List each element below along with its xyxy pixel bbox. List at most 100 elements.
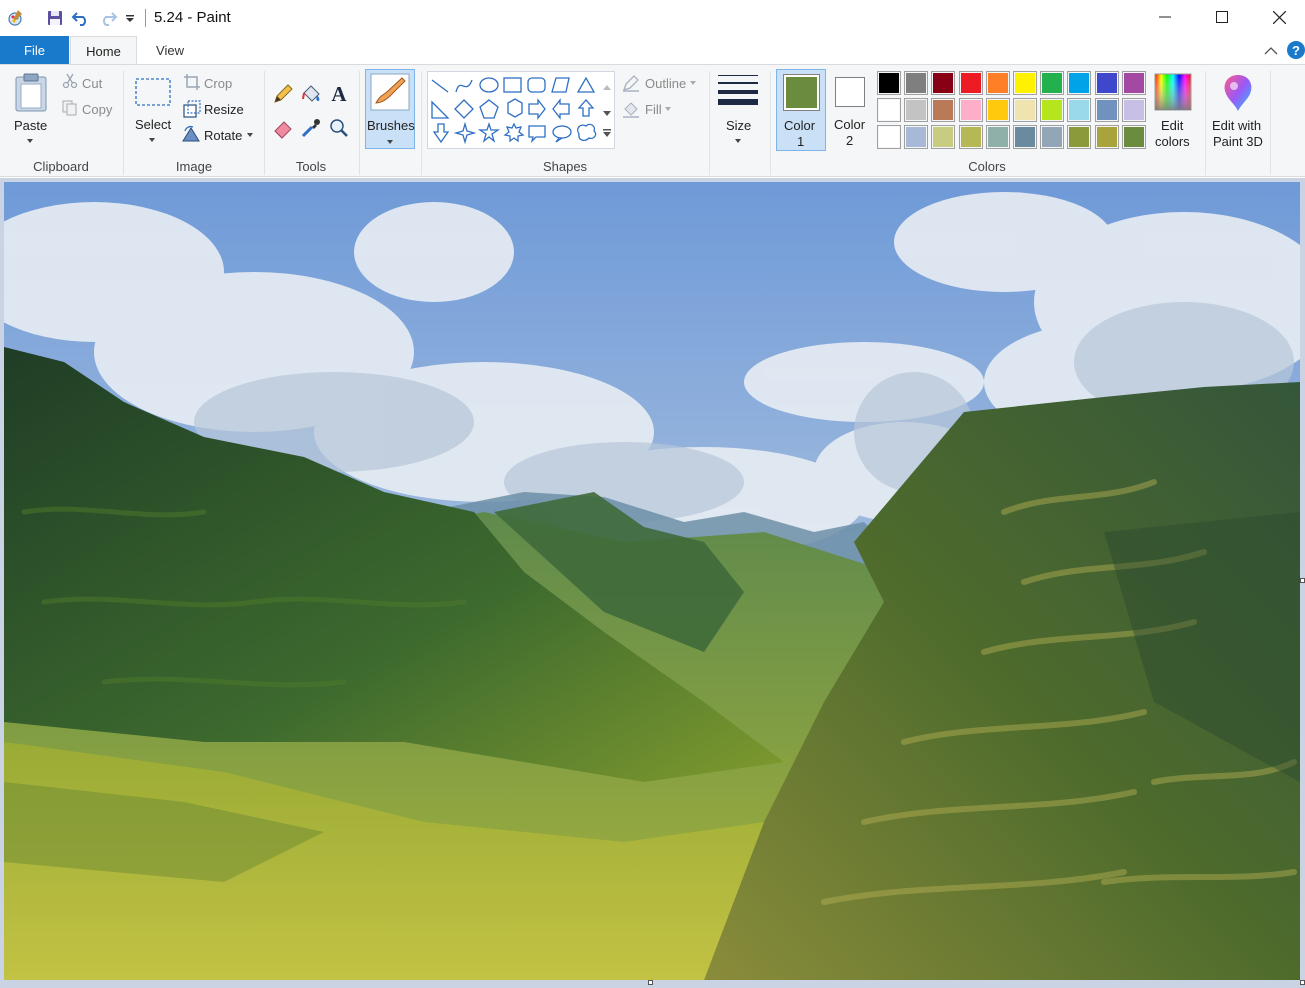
palette-swatch[interactable] xyxy=(1013,125,1037,149)
palette-swatch[interactable] xyxy=(1121,98,1146,122)
palette-swatch[interactable] xyxy=(958,98,983,122)
palette-swatch-color xyxy=(1123,73,1144,93)
close-button[interactable] xyxy=(1250,0,1305,34)
palette-swatch[interactable] xyxy=(931,98,956,122)
canvas-resize-handle-bottom[interactable] xyxy=(648,980,653,985)
resize-button[interactable]: Resize xyxy=(204,102,244,117)
select-dropdown-caret[interactable] xyxy=(149,138,155,142)
palette-swatch[interactable] xyxy=(1040,71,1065,95)
paste-button[interactable]: Paste xyxy=(14,118,47,133)
shapes-expand-icon[interactable] xyxy=(602,126,612,141)
paint-app-icon[interactable] xyxy=(5,8,25,28)
palette-swatch[interactable] xyxy=(931,125,956,149)
palette-swatch-color xyxy=(1123,127,1144,147)
paint3d-icon xyxy=(1221,73,1255,116)
palette-swatch[interactable] xyxy=(904,71,929,95)
clipboard-group-label: Clipboard xyxy=(33,159,89,174)
edit-colors-icon[interactable] xyxy=(1154,73,1192,114)
color2-button[interactable]: Color 2 xyxy=(829,69,873,151)
canvas-resize-handle-right[interactable] xyxy=(1300,578,1305,583)
color-picker-icon[interactable] xyxy=(300,117,322,142)
palette-swatch[interactable] xyxy=(1013,71,1037,95)
group-divider xyxy=(359,71,360,175)
select-icon[interactable] xyxy=(134,77,172,110)
palette-swatch[interactable] xyxy=(931,71,956,95)
paint3d-label-2: Paint 3D xyxy=(1213,134,1263,149)
drawing-canvas[interactable] xyxy=(4,182,1300,980)
palette-swatch[interactable] xyxy=(1094,98,1119,122)
paste-icon[interactable] xyxy=(14,73,48,116)
palette-swatch[interactable] xyxy=(1067,98,1092,122)
palette-swatch[interactable] xyxy=(1121,125,1146,149)
palette-swatch-color xyxy=(1096,73,1117,93)
eraser-icon[interactable] xyxy=(272,117,294,142)
size-label: Size xyxy=(726,118,752,133)
palette-swatch-color xyxy=(1069,100,1090,120)
palette-swatch[interactable] xyxy=(904,125,929,149)
select-button[interactable]: Select xyxy=(135,117,171,132)
outline-button[interactable]: Outline xyxy=(645,76,686,91)
customize-dropdown-icon[interactable] xyxy=(120,8,140,28)
palette-swatch[interactable] xyxy=(877,71,901,95)
palette-swatch[interactable] xyxy=(877,125,901,149)
shapes-gallery[interactable] xyxy=(427,71,615,149)
resize-icon xyxy=(183,100,201,121)
brushes-dropdown-caret xyxy=(387,140,393,144)
group-divider xyxy=(709,71,710,175)
paste-dropdown-caret[interactable] xyxy=(27,139,33,143)
tab-file[interactable]: File xyxy=(0,36,69,64)
shapes-group-label: Shapes xyxy=(542,159,588,174)
collapse-ribbon-icon[interactable] xyxy=(1264,44,1278,59)
palette-swatch-color xyxy=(879,100,899,120)
help-icon[interactable]: ? xyxy=(1286,40,1305,63)
palette-swatch-color xyxy=(933,100,954,120)
magnifier-icon[interactable] xyxy=(328,117,350,142)
edit-colors-label[interactable]: Edit xyxy=(1161,118,1183,133)
maximize-button[interactable] xyxy=(1193,0,1251,34)
title-bar: 5.24 - Paint xyxy=(0,0,1305,36)
outline-dropdown-caret[interactable] xyxy=(690,81,696,85)
tab-home[interactable]: Home xyxy=(70,36,137,65)
crop-button[interactable]: Crop xyxy=(204,76,232,91)
shapes-scroll-up-icon[interactable] xyxy=(603,78,611,93)
redo-icon[interactable] xyxy=(98,8,118,28)
outline-icon xyxy=(622,74,640,95)
brushes-button[interactable]: Brushes xyxy=(365,69,415,149)
color2-swatch xyxy=(838,80,862,104)
palette-swatch[interactable] xyxy=(1013,98,1037,122)
fill-bucket-icon[interactable] xyxy=(300,83,322,108)
brushes-label: Brushes xyxy=(367,118,415,133)
save-icon[interactable] xyxy=(45,8,65,28)
color1-button[interactable]: Color 1 xyxy=(776,69,826,151)
tools-group-label: Tools xyxy=(295,159,327,174)
palette-swatch[interactable] xyxy=(985,98,1010,122)
palette-swatch[interactable] xyxy=(1067,71,1092,95)
edit-colors-label-2[interactable]: colors xyxy=(1155,134,1190,149)
palette-swatch[interactable] xyxy=(985,125,1010,149)
canvas-resize-handle-corner[interactable] xyxy=(1300,980,1305,985)
text-icon[interactable]: A xyxy=(328,82,350,107)
copy-button[interactable]: Copy xyxy=(82,102,112,117)
shapes-scroll-down-icon[interactable] xyxy=(603,105,611,120)
palette-swatch[interactable] xyxy=(1067,125,1092,149)
undo-icon[interactable] xyxy=(71,8,91,28)
palette-swatch[interactable] xyxy=(958,125,983,149)
palette-swatch[interactable] xyxy=(1094,71,1119,95)
fill-dropdown-caret[interactable] xyxy=(665,107,671,111)
pencil-icon[interactable] xyxy=(272,83,294,108)
palette-swatch[interactable] xyxy=(1094,125,1119,149)
palette-swatch[interactable] xyxy=(985,71,1010,95)
palette-swatch[interactable] xyxy=(1040,125,1065,149)
palette-swatch[interactable] xyxy=(877,98,901,122)
cut-button[interactable]: Cut xyxy=(82,76,102,91)
palette-swatch[interactable] xyxy=(958,71,983,95)
palette-swatch[interactable] xyxy=(1040,98,1065,122)
color1-swatch xyxy=(786,77,817,108)
palette-swatch[interactable] xyxy=(1121,71,1146,95)
palette-swatch[interactable] xyxy=(904,98,929,122)
fill-button[interactable]: Fill xyxy=(645,102,662,117)
minimize-button[interactable] xyxy=(1136,0,1194,34)
rotate-button[interactable]: Rotate xyxy=(204,128,242,143)
tab-view[interactable]: View xyxy=(140,36,200,64)
rotate-dropdown-caret[interactable] xyxy=(247,133,253,137)
